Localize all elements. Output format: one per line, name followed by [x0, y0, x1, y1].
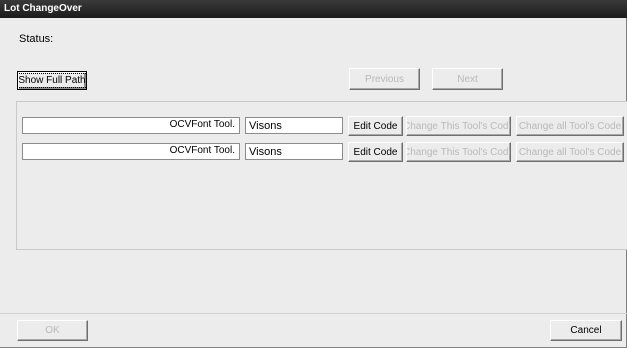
change-this-tools-code-button[interactable]: Change This Tool's Code — [406, 116, 511, 136]
tool-name-field[interactable]: Visons — [245, 143, 343, 160]
ok-button[interactable]: OK — [17, 320, 88, 341]
show-full-path-button[interactable]: Show Full Path — [17, 71, 87, 90]
lot-changeover-dialog: Lot ChangeOver Status: Show Full Path Pr… — [0, 0, 627, 348]
next-label: Next — [457, 73, 478, 85]
footer-divider — [0, 313, 627, 314]
change-all-tools-code-button[interactable]: Change all Tool's Code — [516, 142, 624, 162]
change-this-tools-code-label: Change This Tool's Code — [406, 146, 511, 158]
change-all-tools-code-button[interactable]: Change all Tool's Code — [516, 116, 624, 136]
show-full-path-label: Show Full Path — [18, 73, 86, 88]
tool-path-field[interactable]: OCVFont Tool. — [22, 143, 240, 160]
cancel-label: Cancel — [570, 325, 602, 336]
change-this-tools-code-button[interactable]: Change This Tool's Code — [406, 142, 511, 162]
next-button[interactable]: Next — [432, 68, 503, 90]
change-all-tools-code-label: Change all Tool's Code — [518, 120, 622, 132]
change-all-tools-code-label: Change all Tool's Code — [518, 146, 622, 158]
window-title: Lot ChangeOver — [0, 0, 627, 18]
previous-label: Previous — [365, 73, 404, 85]
change-this-tools-code-label: Change This Tool's Code — [406, 120, 511, 132]
edit-code-button[interactable]: Edit Code — [348, 116, 403, 136]
status-label: Status: — [19, 33, 54, 45]
cancel-button[interactable]: Cancel — [550, 320, 622, 341]
edit-code-label: Edit Code — [353, 120, 398, 132]
edit-code-label: Edit Code — [353, 146, 398, 158]
previous-button[interactable]: Previous — [349, 68, 420, 90]
tool-name-field[interactable]: Visons — [245, 117, 343, 134]
tool-path-field[interactable]: OCVFont Tool. — [22, 117, 240, 134]
edit-code-button[interactable]: Edit Code — [348, 142, 403, 162]
ok-label: OK — [45, 325, 60, 336]
